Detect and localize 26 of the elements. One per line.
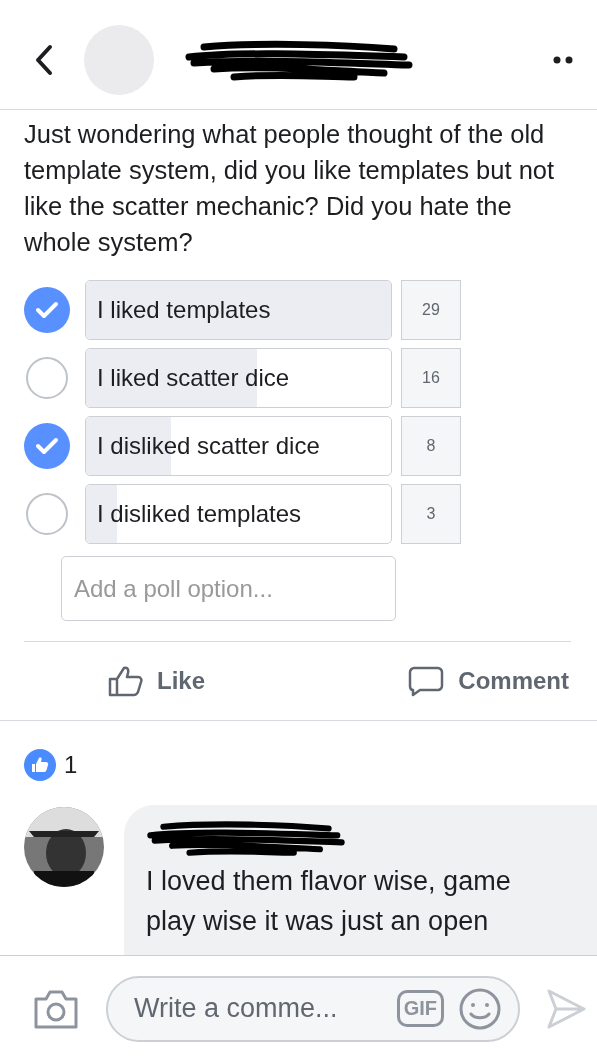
back-icon[interactable] bbox=[34, 43, 54, 76]
poll-option[interactable]: I disliked scatter dice bbox=[85, 416, 392, 476]
poll-checkbox[interactable] bbox=[24, 287, 70, 333]
poll-checkbox[interactable] bbox=[26, 357, 68, 399]
poll-option[interactable]: I liked templates bbox=[85, 280, 392, 340]
like-reaction-icon bbox=[24, 749, 56, 781]
vote-count: 29 bbox=[401, 280, 461, 340]
poll-option[interactable]: I disliked templates bbox=[85, 484, 392, 544]
poll-option[interactable]: I liked scatter dice bbox=[85, 348, 392, 408]
post-text: Just wondering what people thought of the old template system, did you like templates but not like the scatter mechanic? Did you hate the whole system? bbox=[23, 119, 556, 258]
thumbs-up-icon bbox=[107, 665, 143, 697]
reaction-count: 1 bbox=[64, 751, 78, 779]
poll-checkbox[interactable] bbox=[24, 423, 70, 469]
vote-count: 16 bbox=[401, 348, 461, 408]
like-button[interactable]: Like bbox=[107, 665, 206, 697]
smiley-icon[interactable] bbox=[458, 986, 502, 1031]
vote-count: 3 bbox=[401, 484, 461, 544]
add-option-field[interactable]: Add a poll option... bbox=[61, 556, 396, 621]
poll-checkbox[interactable] bbox=[26, 493, 68, 535]
vote-count: 8 bbox=[401, 416, 461, 476]
speech-bubble-icon bbox=[408, 665, 445, 697]
check-icon bbox=[35, 300, 59, 320]
more-icon[interactable] bbox=[553, 55, 573, 64]
comment-text: I loved them flavor wise, game play wise it was just an open bbox=[146, 865, 512, 938]
check-icon bbox=[35, 436, 59, 456]
comment-button[interactable]: Comment bbox=[408, 665, 569, 697]
